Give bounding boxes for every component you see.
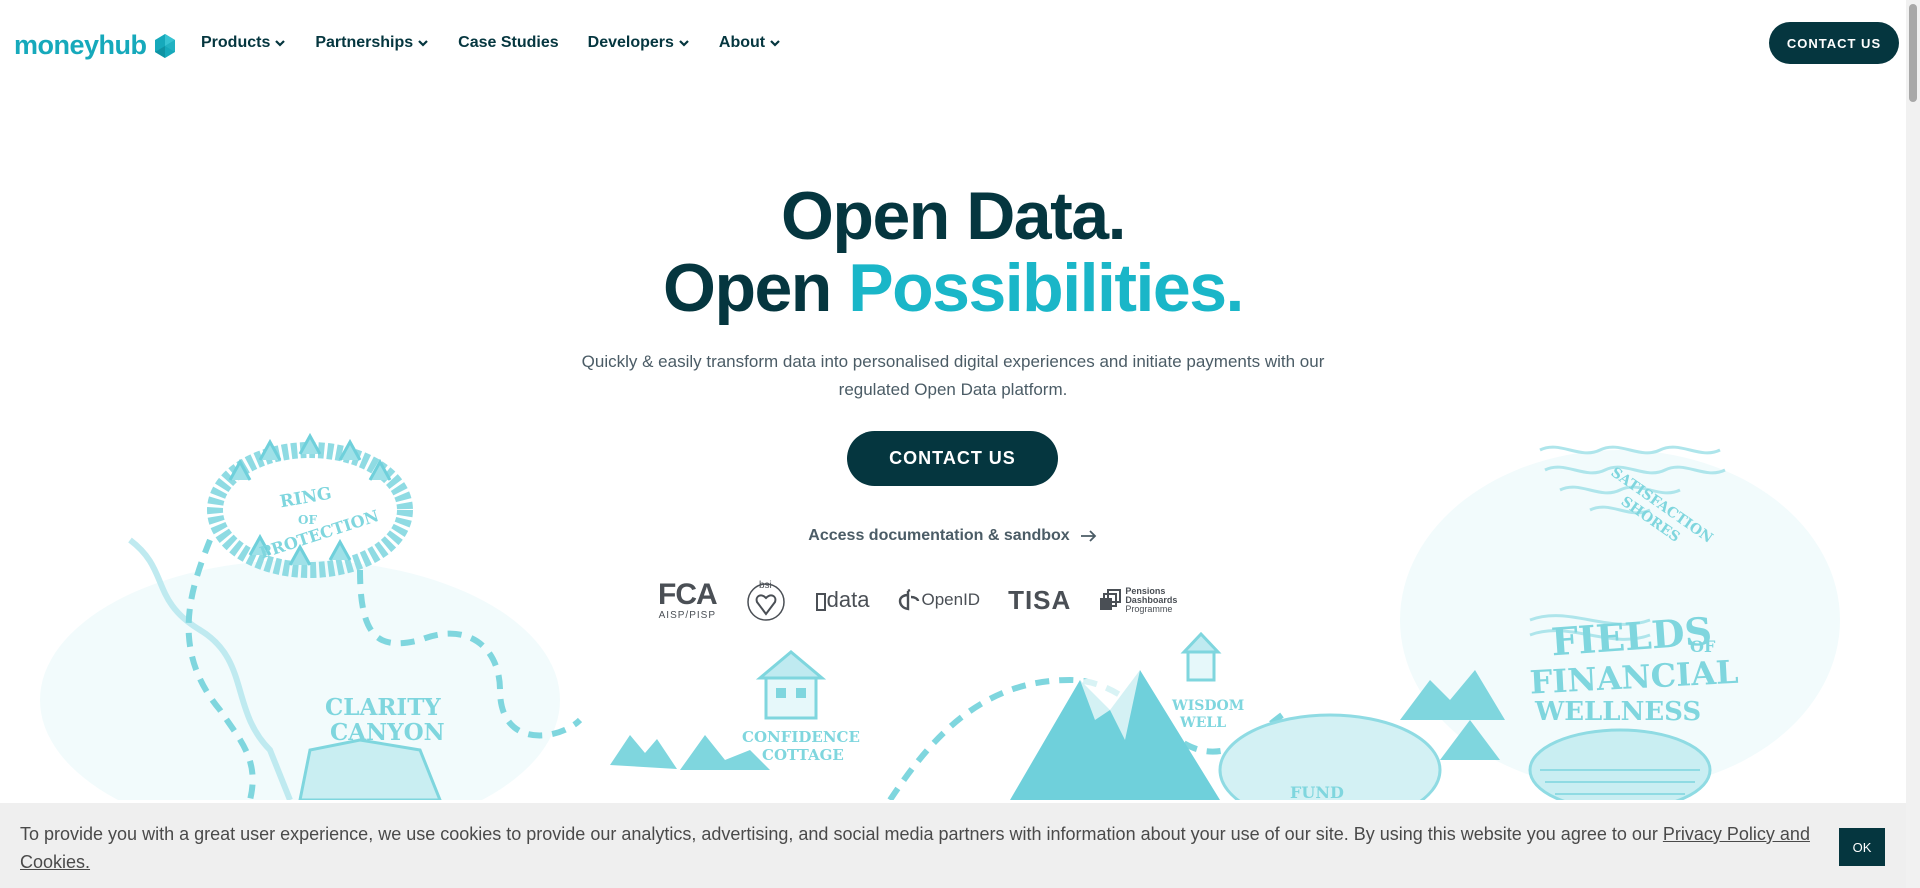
- map-label: RING: [278, 484, 333, 513]
- map-label: CLARITY: [325, 694, 441, 721]
- site-header: moneyhub Products Partnerships Case Stud…: [0, 0, 1906, 88]
- map-label: WELLNESS: [1534, 697, 1701, 727]
- bsi-kitemark-icon: bsi: [746, 580, 785, 621]
- openid-text: OpenID: [921, 590, 981, 609]
- tisa-text: TISA: [1008, 584, 1072, 615]
- moneyhub-hexagon-icon: [154, 33, 175, 58]
- docs-link-label: Access documentation & sandbox: [808, 527, 1070, 544]
- confidence-cottage: CONFIDENCE COTTAGE: [742, 650, 860, 764]
- pensions-dashboards-logo: Pensions Dashboards Programme: [1099, 586, 1177, 614]
- cookie-accept-button[interactable]: OK: [1839, 828, 1885, 866]
- accreditation-logos: FCA AISP/PISP bsi data OpenID TISA Pensi…: [658, 578, 1205, 622]
- openid-icon: [899, 588, 920, 611]
- nav-item-developers[interactable]: Developers: [588, 34, 690, 52]
- nav-item-label: Products: [201, 34, 271, 51]
- chevron-down-icon: [679, 40, 689, 47]
- cookie-message-text: To provide you with a great user experie…: [20, 824, 1663, 844]
- map-label: WELL: [1179, 715, 1226, 731]
- nav-item-products[interactable]: Products: [201, 34, 286, 52]
- chevron-down-icon: [418, 40, 428, 47]
- map-label: WISDOM: [1171, 698, 1244, 714]
- map-label: COTTAGE: [762, 746, 844, 764]
- hero-title: Open Data. Open Possibilities.: [0, 180, 1906, 324]
- logo-wordmark: moneyhub: [14, 30, 147, 60]
- hero-title-line1: Open Data.: [781, 178, 1126, 254]
- nav-item-label: Case Studies: [458, 34, 559, 51]
- cookie-banner: To provide you with a great user experie…: [0, 803, 1906, 888]
- nav-item-about[interactable]: About: [719, 34, 781, 52]
- openid-logo: OpenID: [897, 588, 980, 612]
- arrow-right-icon: [1080, 530, 1096, 542]
- smart-data-logo: data: [815, 587, 870, 613]
- smartdata-mark-icon: [815, 593, 826, 611]
- moneyhub-logo[interactable]: moneyhub: [14, 30, 179, 61]
- pensions-dashboards-icon: [1100, 589, 1122, 610]
- ring-of-protection: RING OF PROTECTION: [207, 432, 413, 578]
- nav-item-label: About: [718, 34, 766, 51]
- map-label: CONFIDENCE: [742, 728, 860, 746]
- header-contact-button[interactable]: CONTACT US: [1769, 22, 1899, 64]
- pensions-line: Programme: [1125, 603, 1173, 614]
- tisa-logo: TISA: [1008, 585, 1071, 616]
- hero-contact-button[interactable]: CONTACT US: [847, 431, 1058, 486]
- bsi-kitemark-logo: bsi: [745, 578, 787, 622]
- chevron-down-icon: [275, 40, 286, 47]
- hero-subtitle: Quickly & easily transform data into per…: [581, 352, 1325, 399]
- map-label: FUND: [1290, 783, 1344, 800]
- docs-sandbox-link[interactable]: Access documentation & sandbox: [0, 527, 1906, 545]
- nav-item-label: Partnerships: [315, 34, 414, 51]
- main-nav: Products Partnerships Case Studies Devel…: [201, 34, 810, 52]
- nav-item-case-studies[interactable]: Case Studies: [458, 34, 558, 52]
- chevron-down-icon: [770, 40, 780, 47]
- nav-item-label: Developers: [587, 34, 674, 51]
- pensions-dashboards-text: Pensions Dashboards Programme: [1125, 586, 1177, 614]
- hero-title-line2-accent: Possibilities.: [848, 250, 1244, 326]
- scrollbar-thumb[interactable]: [1909, 4, 1917, 102]
- nav-item-partnerships[interactable]: Partnerships: [315, 34, 429, 52]
- fca-logo-subtext: AISP/PISP: [658, 609, 716, 621]
- hero-title-line2-start: Open: [663, 250, 849, 326]
- page-scrollbar[interactable]: [1906, 0, 1920, 888]
- wisdom-well: WISDOM WELL: [1171, 631, 1244, 731]
- smartdata-text: data: [826, 587, 870, 612]
- bsi-text: bsi: [759, 580, 772, 591]
- fca-logo-text: FCA: [658, 577, 718, 611]
- cookie-message: To provide you with a great user experie…: [20, 820, 1810, 876]
- fca-logo: FCA AISP/PISP: [658, 577, 718, 621]
